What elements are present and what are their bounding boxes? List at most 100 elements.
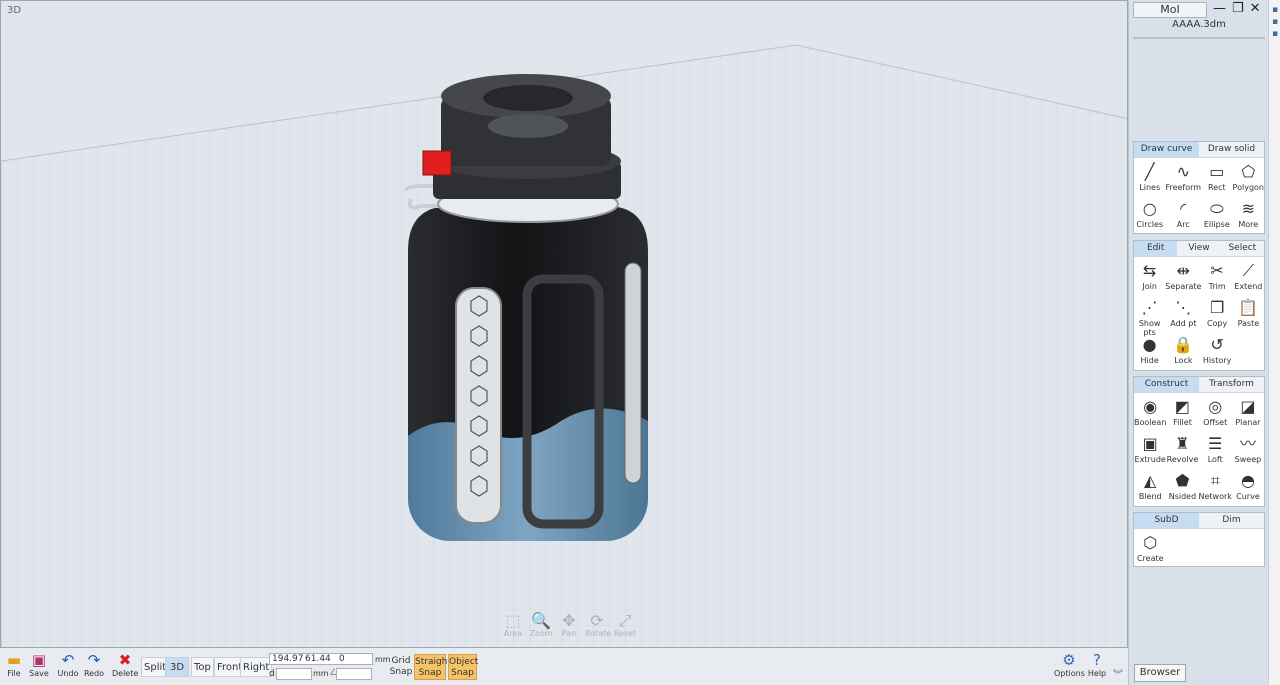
history-button[interactable]: ↺ History (1201, 331, 1232, 368)
zoom-tool[interactable]: 🔍 Zoom (529, 611, 553, 639)
join-button[interactable]: ⇆ Join (1134, 257, 1165, 294)
loft-button[interactable]: ☰ Loft (1199, 430, 1232, 467)
angle-field[interactable] (336, 668, 372, 680)
tab-select[interactable]: Select (1221, 241, 1264, 256)
tool-label: Revolve (1166, 455, 1199, 464)
straight-snap-toggle[interactable]: Straight Snap (414, 654, 451, 680)
freeform-button[interactable]: ∿ Freeform (1165, 158, 1201, 195)
curve-icon: ◓ (1240, 471, 1255, 490)
revolve-icon: ♜ (1175, 434, 1190, 453)
chevron-down-icon[interactable]: ︾ (1113, 666, 1123, 681)
tab-construct[interactable]: Construct (1134, 377, 1199, 392)
tool-label: Extrude (1134, 455, 1166, 464)
lines-button[interactable]: ╱ Lines (1134, 158, 1165, 195)
create-button[interactable]: ⬡ Create (1134, 529, 1167, 566)
rect-button[interactable]: ▭ Rect (1201, 158, 1232, 195)
ellipse-button[interactable]: ⬭ Ellipse (1201, 195, 1232, 232)
blend-button[interactable]: ◭ Blend (1134, 467, 1166, 504)
scene-canvas[interactable] (1, 1, 1128, 648)
tool-label: Fillet (1173, 418, 1192, 427)
copy-button[interactable]: ❐ Copy (1201, 294, 1232, 331)
fillet-button[interactable]: ◩ Fillet (1166, 393, 1198, 430)
arc-button[interactable]: ◜ Arc (1165, 195, 1201, 232)
more-button[interactable]: ≋ More (1233, 195, 1264, 232)
gear-icon: ⚙ (1062, 651, 1076, 669)
close-icon[interactable]: ✕ (1250, 1, 1261, 16)
command-palette: MoI — ❐ ✕ AAAA.3dm Draw curve Draw solid … (1128, 0, 1268, 685)
strip-icon: ▪ (1271, 29, 1279, 39)
coord-z-field[interactable]: 0 (337, 653, 373, 665)
3d-viewport[interactable]: 3D ⬚ Area 🔍 Zoom ✥ Pan ⟳ Rotate ⤢ Reset (0, 0, 1128, 648)
grid-snap-toggle[interactable]: Grid Snap (389, 654, 413, 680)
show-pts-button[interactable]: ⋰ Show pts (1134, 294, 1165, 337)
edit-panel: Edit View Select ⇆ Join ⇹ Separate ✂ Trim ⟋ Exten… (1133, 240, 1265, 371)
object-snap-toggle[interactable]: Object Snap (448, 654, 478, 680)
tool-label: Freeform (1165, 183, 1202, 192)
extrude-button[interactable]: ▣ Extrude (1134, 430, 1166, 467)
tab-subd[interactable]: SubD (1134, 513, 1199, 528)
tool-label: Separate (1165, 282, 1202, 291)
polygon-button[interactable]: ⬠ Polygon (1233, 158, 1264, 195)
restore-icon[interactable]: ❐ (1232, 1, 1244, 16)
ellipse-icon: ⬭ (1209, 199, 1224, 218)
add-pt-button[interactable]: ⋱ Add pt (1165, 294, 1201, 331)
tool-label: Copy (1206, 319, 1228, 328)
circles-button[interactable]: ○ Circles (1134, 195, 1165, 232)
options-button[interactable]: ⚙ Options (1054, 651, 1085, 679)
extend-button[interactable]: ⟋ Extend (1233, 257, 1264, 294)
tool-label: Hide (1140, 356, 1159, 365)
tab-draw-curve[interactable]: Draw curve (1134, 142, 1199, 157)
tab-draw-solid[interactable]: Draw solid (1199, 142, 1264, 157)
add-point-icon: ⋱ (1175, 298, 1192, 317)
minimize-icon[interactable]: — (1213, 1, 1226, 16)
curve-button[interactable]: ◓ Curve (1232, 467, 1264, 504)
rotate-tool[interactable]: ⟳ Rotate (585, 613, 611, 639)
tab-view[interactable]: View (1177, 241, 1220, 256)
boolean-button[interactable]: ◉ Boolean (1134, 393, 1166, 430)
paste-button[interactable]: 📋 Paste (1233, 294, 1264, 331)
lock-icon: 🔒 (1173, 335, 1194, 354)
zoom-icon: 🔍 (531, 611, 551, 630)
delete-button[interactable]: ✖ Delete (112, 652, 138, 679)
undo-button[interactable]: ↶ Undo (57, 652, 79, 679)
save-button[interactable]: ▣ Save (28, 651, 50, 679)
tool-label: Sweep (1234, 455, 1262, 464)
redo-button[interactable]: ↷ Redo (83, 652, 105, 679)
save-icon: ▣ (31, 651, 47, 669)
lock-button[interactable]: 🔒 Lock (1165, 331, 1201, 368)
distance-unit: mm (313, 669, 329, 678)
file-button[interactable]: ▬ File (4, 652, 24, 679)
separate-button[interactable]: ⇹ Separate (1165, 257, 1201, 294)
more-icon: ≋ (1241, 199, 1255, 218)
hide-button[interactable]: ● Hide (1134, 331, 1165, 368)
app-title: MoI (1133, 2, 1207, 18)
area-zoom-tool[interactable]: ⬚ Area (501, 613, 525, 639)
view-3d-button[interactable]: 3D (165, 657, 189, 677)
coord-y-field[interactable]: 61.44 (303, 653, 337, 665)
planar-button[interactable]: ◪ Planar (1232, 393, 1264, 430)
view-right-button[interactable]: Right (240, 657, 273, 677)
coord-x-field[interactable]: 194.97 (269, 653, 304, 665)
revolve-button[interactable]: ♜ Revolve (1166, 430, 1199, 467)
network-button[interactable]: ⌗ Network (1199, 467, 1232, 504)
nsided-button[interactable]: ⬟ Nsided (1166, 467, 1198, 504)
tab-edit[interactable]: Edit (1134, 241, 1178, 256)
tool-label: Ellipse (1203, 220, 1230, 229)
trim-button[interactable]: ✂ Trim (1201, 257, 1232, 294)
arc-icon: ◜ (1180, 199, 1187, 218)
browser-button[interactable]: Browser (1134, 664, 1186, 682)
tab-transform[interactable]: Transform (1199, 377, 1264, 392)
pan-icon: ✥ (562, 611, 576, 630)
distance-field[interactable] (276, 668, 312, 680)
help-button[interactable]: ? Help (1086, 652, 1108, 679)
tab-dim[interactable]: Dim (1199, 513, 1264, 528)
extend-icon: ⟋ (1242, 261, 1254, 280)
view-top-button[interactable]: Top (191, 657, 214, 677)
sweep-button[interactable]: 〰 Sweep (1232, 430, 1264, 467)
pan-tool[interactable]: ✥ Pan (557, 611, 581, 639)
history-icon: ↺ (1210, 335, 1224, 354)
tool-label: Network (1198, 492, 1232, 501)
nsided-icon: ⬟ (1175, 471, 1190, 490)
offset-button[interactable]: ◎ Offset (1199, 393, 1232, 430)
reset-tool[interactable]: ⤢ Reset (613, 613, 637, 639)
